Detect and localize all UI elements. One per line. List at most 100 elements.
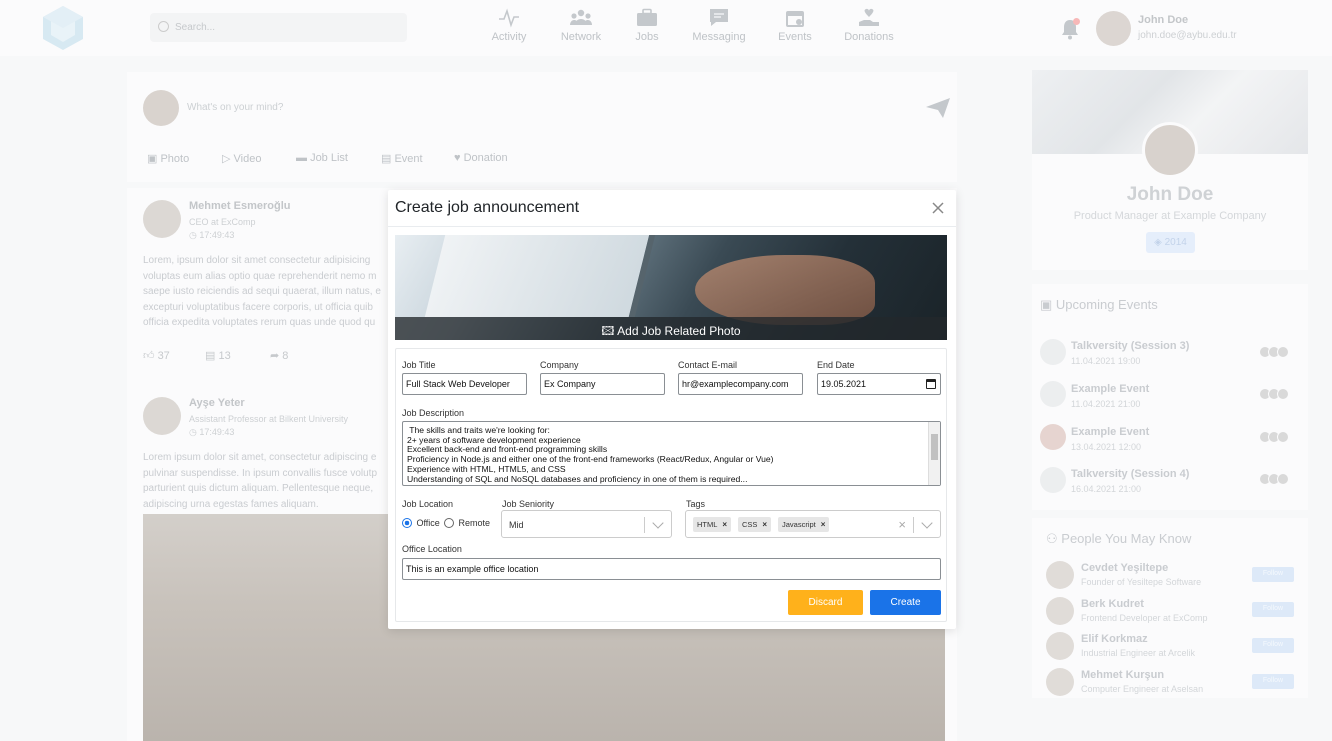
- composer-photo-button[interactable]: ▣ Photo: [147, 152, 189, 165]
- follow-button[interactable]: Follow: [1252, 567, 1294, 582]
- profile-avatar[interactable]: [1142, 122, 1198, 178]
- person-avatar[interactable]: [1046, 668, 1074, 696]
- banner-laptop-image: [424, 235, 656, 317]
- like-button[interactable]: 👍︎ 37: [143, 349, 170, 362]
- briefcase-icon: [637, 8, 657, 26]
- app-logo-icon[interactable]: [40, 4, 86, 52]
- follow-button[interactable]: Follow: [1252, 602, 1294, 617]
- person-avatar[interactable]: [1046, 561, 1074, 589]
- notifications-bell-icon[interactable]: [1060, 18, 1080, 40]
- post-author-name[interactable]: Ayşe Yeter: [189, 397, 245, 409]
- profile-name[interactable]: John Doe: [1032, 184, 1308, 206]
- person-avatar[interactable]: [1046, 632, 1074, 660]
- composer-video-button[interactable]: ▷ Video: [222, 152, 261, 165]
- composer-video-label: Video: [233, 153, 262, 165]
- job-title-input[interactable]: Full Stack Web Developer: [402, 373, 527, 395]
- description-scrollbar[interactable]: [928, 422, 940, 485]
- tag-chip-label: CSS: [742, 520, 758, 529]
- person-name[interactable]: Berk Kudret: [1081, 598, 1144, 610]
- follow-button[interactable]: Follow: [1252, 638, 1294, 653]
- video-icon: ▷: [222, 153, 234, 165]
- scrollbar-thumb[interactable]: [931, 434, 938, 460]
- composer-input[interactable]: What's on your mind?: [187, 102, 283, 113]
- post-author-subtitle: Assistant Professor at Bilkent Universit…: [189, 414, 349, 424]
- office-location-input[interactable]: This is an example office location: [402, 558, 941, 580]
- job-title-label: Job Title: [402, 360, 436, 370]
- profile-title: Product Manager at Example Company: [1073, 210, 1267, 222]
- event-name[interactable]: Example Event: [1071, 383, 1149, 395]
- seniority-value: Mid: [509, 520, 524, 530]
- graduation-icon: ◈: [1154, 237, 1165, 248]
- post-time: ◷ 17:49:43: [189, 427, 234, 438]
- composer-event-button[interactable]: ▤ Event: [381, 152, 423, 165]
- description-line: Understanding of SQL and NoSQL databases…: [407, 473, 748, 484]
- event-name[interactable]: Example Event: [1071, 426, 1149, 438]
- banner-hand-image: [695, 255, 875, 325]
- chevron-down-icon[interactable]: [652, 517, 664, 529]
- remove-tag-icon[interactable]: ×: [722, 520, 727, 529]
- location-remote-option[interactable]: Remote: [444, 514, 490, 532]
- composer-joblist-button[interactable]: ▬ Job List: [296, 152, 348, 164]
- nav-messaging[interactable]: Messaging: [679, 8, 759, 43]
- select-separator: [913, 517, 914, 533]
- composer-joblist-label: Job List: [310, 152, 348, 164]
- composer-photo-label: Photo: [160, 153, 190, 165]
- office-radio[interactable]: [402, 517, 412, 528]
- job-description-textarea[interactable]: The skills and traits we're looking for:…: [402, 421, 941, 486]
- event-date: 13.04.2021 12:00: [1071, 442, 1142, 452]
- calendar-picker-icon[interactable]: [926, 379, 936, 389]
- follow-button[interactable]: Follow: [1252, 674, 1294, 689]
- event-name[interactable]: Talkversity (Session 4): [1071, 468, 1189, 480]
- send-icon[interactable]: [926, 98, 950, 118]
- company-label: Company: [540, 360, 579, 370]
- tags-multiselect[interactable]: HTML × CSS × Javascript × ×: [685, 510, 941, 538]
- post-line: pulvinar suspendisse. In ipsum convallis…: [143, 467, 378, 479]
- end-date-input[interactable]: 19.05.2021: [817, 373, 941, 395]
- nav-activity[interactable]: Activity: [469, 8, 549, 43]
- person-name[interactable]: Mehmet Kurşun: [1081, 669, 1164, 681]
- composer-donation-button[interactable]: ♥ Donation: [454, 152, 508, 164]
- clock-icon: ◷: [189, 427, 200, 437]
- location-office-option[interactable]: Office: [402, 514, 440, 532]
- add-job-photo-button[interactable]: 🖾 Add Job Related Photo: [395, 317, 947, 340]
- events-heading-text: Upcoming Events: [1055, 297, 1158, 312]
- seniority-select[interactable]: Mid: [501, 510, 672, 538]
- search-input[interactable]: Search...: [150, 13, 407, 42]
- company-input[interactable]: Ex Company: [540, 373, 665, 395]
- person-name[interactable]: Cevdet Yeşiltepe: [1081, 562, 1168, 574]
- nav-jobs[interactable]: Jobs: [607, 8, 687, 43]
- person-title: Computer Engineer at Aselsan: [1081, 684, 1204, 694]
- event-date: 11.04.2021 21:00: [1071, 399, 1141, 409]
- photo-icon: ▣: [147, 153, 161, 165]
- create-button[interactable]: Create: [870, 590, 941, 615]
- remove-tag-icon[interactable]: ×: [762, 520, 767, 529]
- person-name[interactable]: Elif Korkmaz: [1081, 633, 1148, 645]
- event-icon: [1040, 381, 1066, 407]
- nav-events[interactable]: Events: [755, 8, 835, 43]
- composer-avatar: [143, 90, 179, 126]
- remove-tag-icon[interactable]: ×: [821, 520, 826, 529]
- close-icon[interactable]: [930, 200, 946, 216]
- nav-network-label: Network: [560, 31, 602, 43]
- user-avatar[interactable]: [1096, 11, 1131, 46]
- person-avatar[interactable]: [1046, 597, 1074, 625]
- remote-radio[interactable]: [444, 517, 454, 528]
- comment-button[interactable]: ▤ 13: [205, 349, 231, 362]
- donation-small-icon: ♥: [454, 152, 464, 164]
- post-author-name[interactable]: Mehmet Esmeroğlu: [189, 200, 290, 212]
- share-button[interactable]: ➦ 8: [270, 349, 288, 362]
- post-line: voluptas eum alias optio quae reprehende…: [143, 270, 377, 282]
- post-body: Lorem, ipsum dolor sit amet consectetur …: [143, 253, 393, 331]
- chevron-down-icon[interactable]: [921, 517, 933, 529]
- search-placeholder: Search...: [175, 22, 216, 33]
- remote-radio-label: Remote: [458, 517, 490, 528]
- event-name[interactable]: Talkversity (Session 3): [1071, 340, 1189, 352]
- post-line: officia expedita voluptates rerum quas u…: [143, 317, 376, 328]
- nav-donations[interactable]: Donations: [829, 8, 909, 43]
- discard-button[interactable]: Discard: [788, 590, 863, 615]
- contact-email-input[interactable]: hr@examplecompany.com: [678, 373, 803, 395]
- post-author-avatar: [143, 200, 181, 238]
- nav-events-label: Events: [778, 31, 812, 43]
- clear-tags-icon[interactable]: ×: [898, 517, 906, 532]
- person-title: Founder of Yesiltepe Software: [1081, 577, 1202, 587]
